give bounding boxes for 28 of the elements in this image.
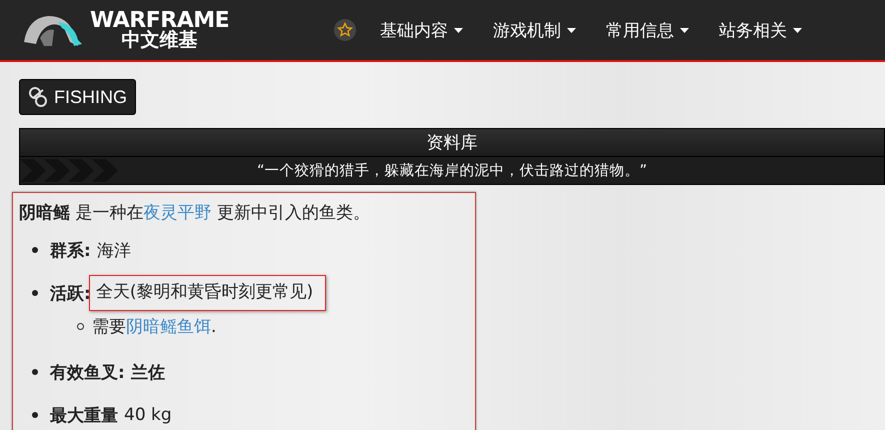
bullet-icon xyxy=(32,247,38,253)
nav-menu[interactable]: 基础内容 xyxy=(368,18,475,42)
caret-icon xyxy=(793,28,802,32)
caret-icon xyxy=(454,28,463,32)
highlighted-value: 全天(黎明和黄昏时刻更常见) xyxy=(88,275,326,311)
field-label: 群系: xyxy=(50,240,91,262)
bullet-icon xyxy=(32,412,38,418)
field-label: 有效鱼叉: xyxy=(50,362,125,384)
field-value: 兰佐 xyxy=(130,362,165,384)
category-button[interactable]: FISHING xyxy=(19,79,136,115)
banner-title: 资料库 xyxy=(426,132,478,154)
logo-subtitle: 中文维基 xyxy=(122,31,198,50)
caret-icon xyxy=(567,28,576,32)
nav-menu[interactable]: 常用信息 xyxy=(594,18,701,42)
bullet-icon xyxy=(32,369,38,375)
banner-quote: “一个狡猾的猎手，躲藏在海岸的泥中，伏击路过的猎物。” xyxy=(256,162,648,180)
rings-icon xyxy=(28,86,48,108)
field-value: 海洋 xyxy=(96,240,131,262)
field-value: 40 kg xyxy=(124,405,172,425)
nav-menu[interactable]: 游戏机制 xyxy=(481,18,588,42)
field-label: 最大重量 xyxy=(50,404,118,426)
bullet-icon xyxy=(32,290,38,296)
bullet-icon xyxy=(77,322,84,330)
nav-menu[interactable]: 站务相关 xyxy=(707,18,814,42)
intro-text: 阴暗鳐 是一种在夜灵平野 更新中引入的鱼类。 xyxy=(19,202,371,224)
caret-icon xyxy=(680,28,689,32)
field-label: 活跃: xyxy=(50,282,91,304)
note-text: 需要阴暗鳐鱼饵. xyxy=(92,316,216,338)
